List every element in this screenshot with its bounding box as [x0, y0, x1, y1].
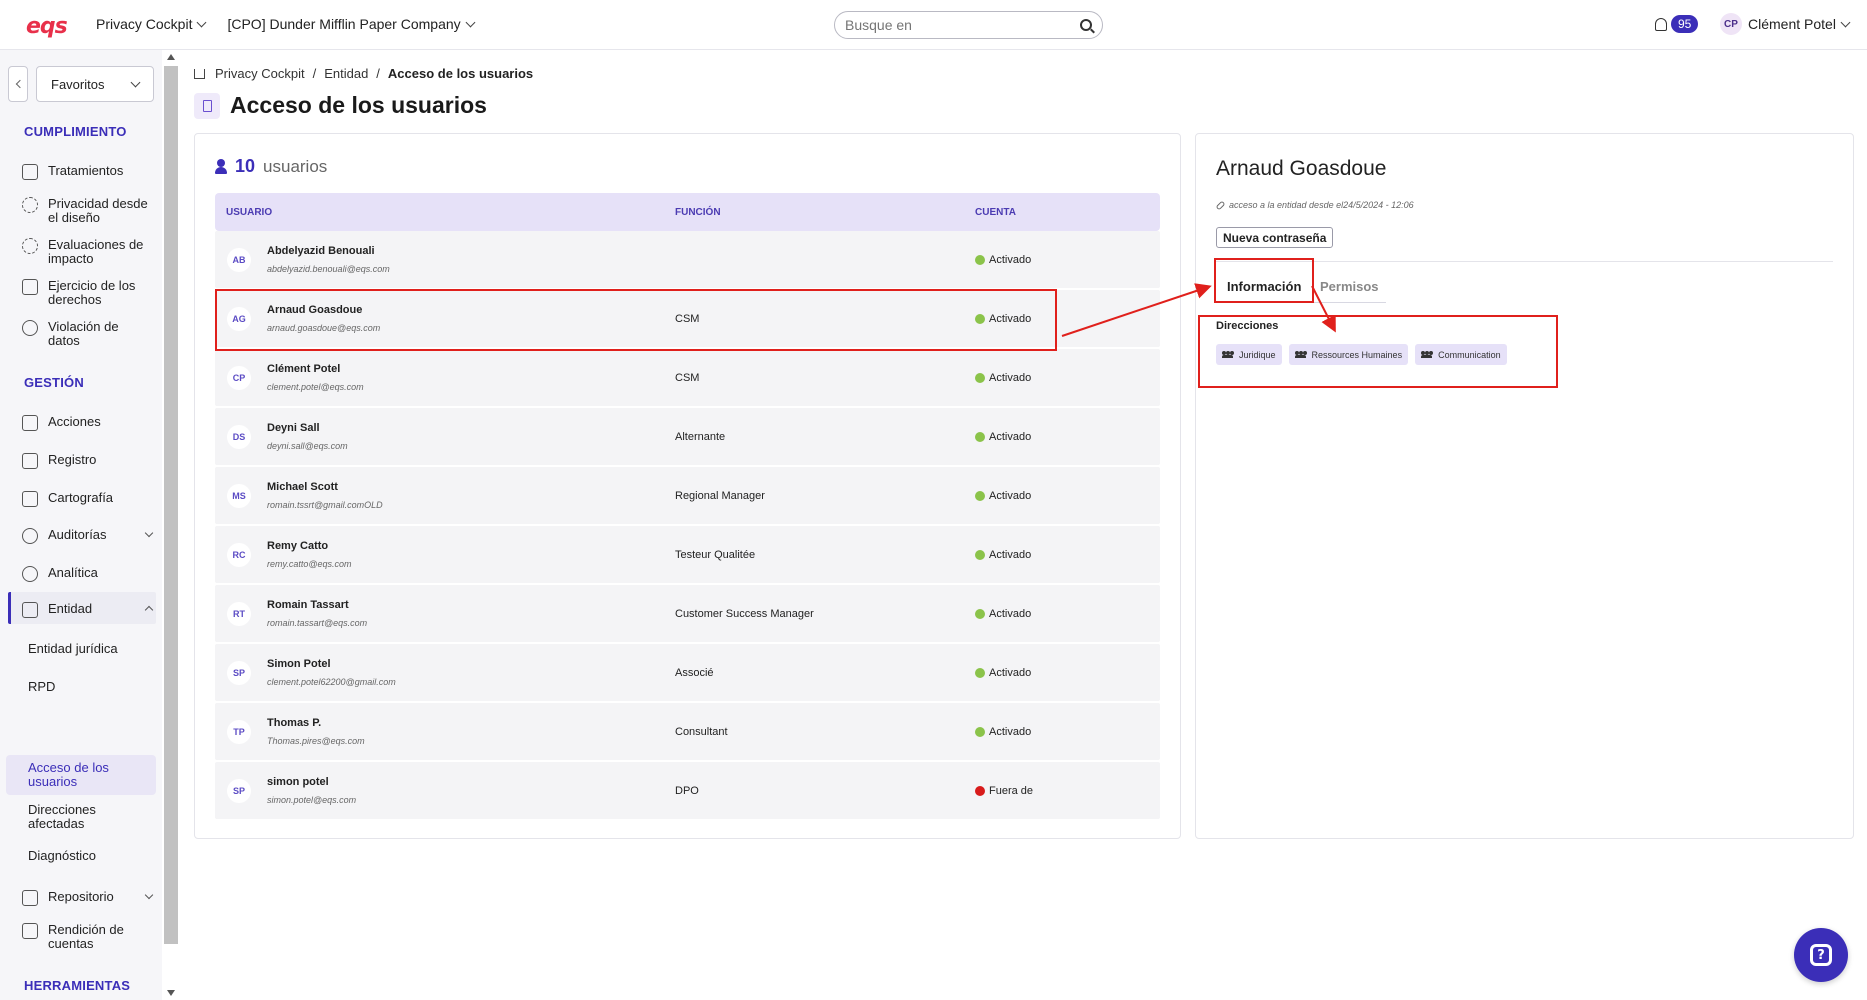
annotation-arrows [1061, 283, 1336, 337]
help-button[interactable]: ? [1794, 928, 1848, 982]
help-icon: ? [1810, 944, 1832, 966]
arrow-to-info-tab [1061, 283, 1212, 337]
arrow-to-directions [1311, 285, 1336, 333]
